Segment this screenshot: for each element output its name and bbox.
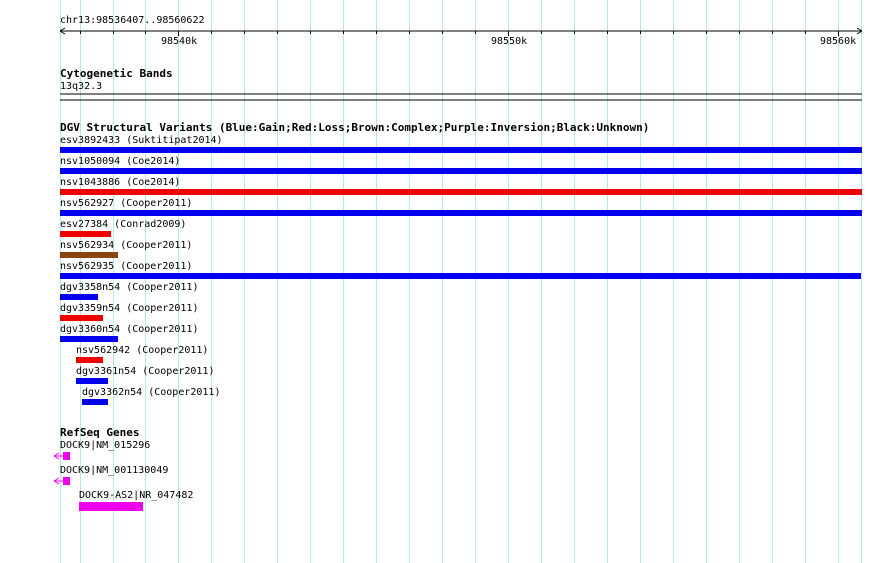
dgv-track-title: DGV Structural Variants (Blue:Gain;Red:L… [60, 121, 650, 134]
dgv-feature-bar[interactable] [60, 252, 118, 258]
dgv-feature-bar[interactable] [60, 168, 862, 174]
dgv-feature-label[interactable]: dgv3360n54 (Cooper2011) [60, 324, 198, 335]
refseq-gene-bar[interactable] [79, 502, 143, 511]
dgv-feature-bar[interactable] [60, 273, 861, 279]
dgv-feature-label[interactable]: nsv562927 (Cooper2011) [60, 198, 192, 209]
dgv-feature-bar[interactable] [60, 147, 862, 153]
dgv-feature-label[interactable]: esv3892433 (Suktitipat2014) [60, 135, 223, 146]
ruler-tick-label-1: 98540k [161, 36, 198, 47]
dgv-feature-bar[interactable] [82, 399, 108, 405]
dgv-feature-bar[interactable] [76, 378, 108, 384]
dgv-feature-label[interactable]: esv27384 (Conrad2009) [60, 219, 186, 230]
dgv-feature-bar[interactable] [60, 231, 111, 237]
coordinate-label: chr13:98536407..98560622 [60, 15, 205, 26]
dgv-feature-bar[interactable] [60, 315, 103, 321]
dgv-feature-label[interactable]: dgv3358n54 (Cooper2011) [60, 282, 198, 293]
refseq-gene-label[interactable]: DOCK9|NM_001130049 [60, 465, 168, 476]
dgv-feature-bar[interactable] [76, 357, 103, 363]
ruler-tick-label-2: 98550k [491, 36, 528, 47]
dgv-feature-label[interactable]: nsv1050094 (Coe2014) [60, 156, 180, 167]
ruler-tick-label-3: 98560k [820, 36, 857, 47]
dgv-feature-label[interactable]: nsv1043886 (Coe2014) [60, 177, 180, 188]
refseq-gene-arrow-icon[interactable] [53, 476, 71, 486]
dgv-feature-label[interactable]: nsv562935 (Cooper2011) [60, 261, 192, 272]
dgv-feature-label[interactable]: dgv3359n54 (Cooper2011) [60, 303, 198, 314]
dgv-feature-bar[interactable] [60, 210, 862, 216]
dgv-feature-label[interactable]: dgv3361n54 (Cooper2011) [76, 366, 214, 377]
cytoband-label[interactable]: 13q32.3 [60, 81, 102, 92]
refseq-gene-label[interactable]: DOCK9|NM_015296 [60, 440, 150, 451]
dgv-feature-label[interactable]: nsv562934 (Cooper2011) [60, 240, 192, 251]
refseq-gene-label[interactable]: DOCK9-AS2|NR_047482 [79, 490, 193, 501]
refseq-gene-arrow-icon[interactable] [53, 451, 71, 461]
dgv-feature-bar[interactable] [60, 336, 118, 342]
dgv-feature-bar[interactable] [60, 189, 862, 195]
dgv-feature-label[interactable]: nsv562942 (Cooper2011) [76, 345, 208, 356]
cytogenetic-track-title: Cytogenetic Bands [60, 67, 173, 80]
dgv-feature-label[interactable]: dgv3362n54 (Cooper2011) [82, 387, 220, 398]
dgv-feature-bar[interactable] [60, 294, 98, 300]
refseq-track-title: RefSeq Genes [60, 426, 140, 439]
